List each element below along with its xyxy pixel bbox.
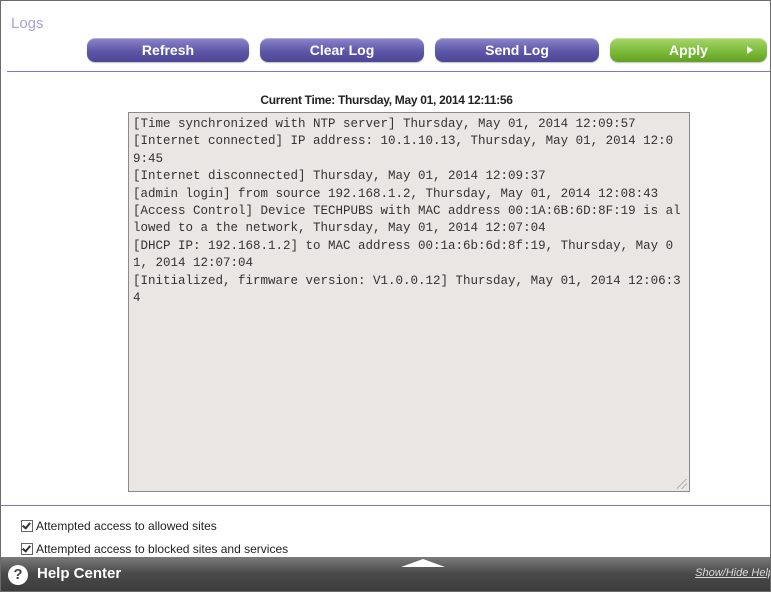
allowed-sites-label: Attempted access to allowed sites (36, 519, 217, 533)
option-blocked-sites[interactable]: Attempted access to blocked sites and se… (21, 542, 288, 556)
logs-panel: Logs Refresh Clear Log Send Log Apply Cu… (0, 0, 771, 592)
show-hide-help-link[interactable]: Show/Hide Help (695, 567, 770, 579)
chevron-up-icon[interactable] (393, 557, 453, 567)
arrow-right-icon (747, 46, 753, 54)
apply-button[interactable]: Apply (610, 38, 767, 62)
help-center-bar[interactable]: ? Help Center Show/Hide Help (1, 557, 770, 591)
question-mark-icon[interactable]: ? (8, 565, 28, 585)
clear-log-button[interactable]: Clear Log (260, 38, 424, 62)
help-center-title[interactable]: Help Center (37, 565, 121, 582)
page-title: Logs (11, 15, 44, 32)
blocked-sites-checkbox[interactable] (21, 543, 33, 555)
resize-grip-icon[interactable] (677, 479, 687, 489)
allowed-sites-checkbox[interactable] (21, 520, 33, 532)
refresh-button[interactable]: Refresh (87, 38, 249, 62)
send-log-button[interactable]: Send Log (435, 38, 599, 62)
current-time: Current Time: Thursday, May 01, 2014 12:… (1, 93, 770, 107)
blocked-sites-label: Attempted access to blocked sites and se… (36, 542, 289, 556)
current-time-text: Current Time: Thursday, May 01, 2014 12:… (260, 93, 513, 107)
log-content: [Time synchronized with NTP server] Thur… (133, 117, 681, 306)
options-divider (1, 505, 770, 506)
apply-button-label: Apply (669, 42, 708, 58)
log-textarea[interactable]: [Time synchronized with NTP server] Thur… (128, 112, 690, 492)
header-divider (7, 71, 770, 72)
option-allowed-sites[interactable]: Attempted access to allowed sites (21, 519, 217, 533)
